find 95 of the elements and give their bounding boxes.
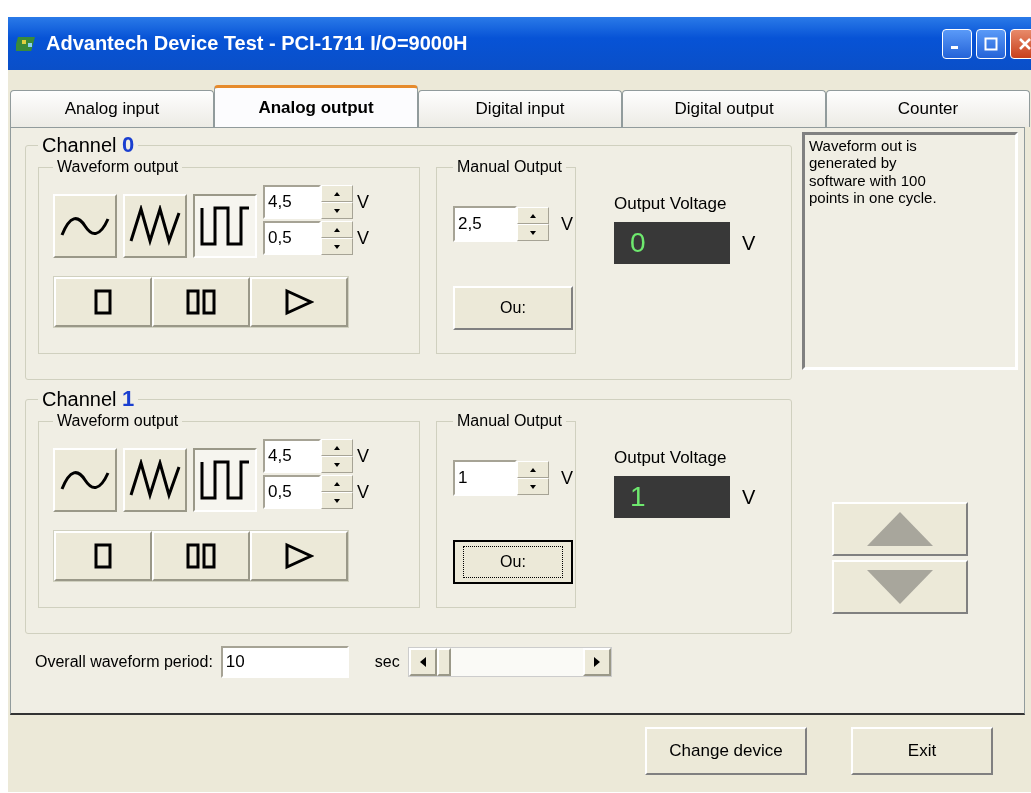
tab[interactable]: Analog output [214, 85, 418, 127]
window-title: Advantech Device Test - PCI-1711 I/O=9000H [46, 32, 469, 55]
unit-label: sec [374, 653, 400, 671]
square-wave-icon [199, 458, 251, 502]
waveform-button[interactable] [193, 448, 257, 512]
maximize-button[interactable] [976, 28, 1006, 59]
scroll-right-button[interactable] [582, 648, 611, 676]
up-arrow-icon [334, 445, 340, 450]
group-title: Manual Output [456, 412, 563, 430]
spin-up-button[interactable] [517, 207, 549, 224]
up-arrow-icon [530, 213, 536, 218]
scroll-left-button[interactable] [408, 648, 437, 676]
play-button[interactable] [250, 531, 348, 581]
group-title: Waveform output [56, 412, 180, 430]
number-field[interactable]: 2,5 [453, 206, 517, 242]
left-arrow-icon [419, 657, 426, 667]
channel-label: Channel [42, 388, 117, 410]
play-icon [284, 542, 314, 570]
channel-label: Channel [42, 134, 117, 156]
unit-label: V [742, 485, 756, 509]
waveform-button[interactable] [193, 194, 257, 258]
pause-button[interactable] [152, 531, 250, 581]
description-text: Waveform out is generated by software with 100 points in one cycle. [802, 132, 1018, 370]
group-title: Manual Output [456, 158, 563, 176]
spin-down-button[interactable] [321, 492, 353, 509]
number-field[interactable]: 4,5 [263, 439, 321, 473]
stop-button[interactable] [54, 277, 152, 327]
spin-down-button[interactable] [517, 478, 549, 495]
output-button[interactable]: Ou: [453, 540, 573, 584]
minimize-icon [951, 46, 958, 49]
spin-down-button[interactable] [321, 238, 353, 255]
dialog-button[interactable]: Change device [645, 727, 807, 775]
stop-icon [94, 543, 112, 569]
number-field[interactable]: 0,5 [263, 221, 321, 255]
tab[interactable]: Digital output [622, 90, 826, 127]
period-label: Overall waveform period: [35, 653, 213, 671]
down-arrow-icon [334, 244, 340, 249]
scrollbar[interactable] [407, 647, 612, 677]
up-arrow-icon [530, 467, 536, 472]
pause-icon [186, 543, 216, 569]
play-button[interactable] [250, 277, 348, 327]
spin-up-button[interactable] [321, 221, 353, 238]
close-icon [1018, 36, 1031, 51]
down-arrow-icon [334, 208, 340, 213]
number-field[interactable]: 4,5 [263, 185, 321, 219]
period-field[interactable]: 10 [220, 646, 349, 678]
spin-up-button[interactable] [517, 461, 549, 478]
unit-label: V [742, 231, 756, 255]
unit-label: V [561, 467, 573, 489]
up-arrow-icon [334, 227, 340, 232]
pause-button[interactable] [152, 277, 250, 327]
number-field[interactable]: 0,5 [263, 475, 321, 509]
up-arrow-icon [334, 191, 340, 196]
pause-icon [186, 289, 216, 315]
up-arrow-icon [867, 512, 933, 546]
down-arrow-icon [334, 462, 340, 467]
tab[interactable]: Digital input [418, 90, 622, 127]
unit-label: V [357, 445, 369, 467]
unit-label: V [357, 481, 369, 503]
spin-down-button[interactable] [321, 202, 353, 219]
maximize-icon [984, 36, 998, 51]
channel-number: 0 [122, 132, 135, 157]
output-button[interactable]: Ou: [453, 286, 573, 330]
spin-up-button[interactable] [321, 439, 353, 456]
number-field[interactable]: 1 [453, 460, 517, 496]
play-icon [284, 288, 314, 316]
zigzag-wave-icon [129, 459, 181, 501]
tab[interactable]: Counter [826, 90, 1030, 127]
spin-up-button[interactable] [321, 185, 353, 202]
unit-label: V [357, 227, 369, 249]
down-arrow-icon [334, 498, 340, 503]
tab[interactable]: Analog input [10, 90, 214, 127]
channel-number: 1 [122, 386, 135, 411]
voltage-display: 1 [614, 476, 730, 518]
unit-label: V [357, 191, 369, 213]
spin-down-button[interactable] [517, 224, 549, 241]
dialog-button[interactable]: Exit [851, 727, 993, 775]
down-arrow-icon [867, 570, 933, 604]
output-voltage-label: Output Voltage [614, 194, 728, 214]
close-button[interactable] [1010, 28, 1031, 59]
minimize-button[interactable] [942, 28, 972, 59]
unit-label: V [561, 213, 573, 235]
stop-button[interactable] [54, 531, 152, 581]
down-arrow-icon [530, 484, 536, 489]
spin-down-button[interactable] [321, 456, 353, 473]
up-arrow-icon [334, 481, 340, 486]
voltage-display: 0 [614, 222, 730, 264]
down-arrow-icon [530, 230, 536, 235]
zigzag-wave-icon [129, 205, 181, 247]
group-title: Waveform output [56, 158, 180, 176]
right-arrow-icon [593, 657, 600, 667]
output-voltage-label: Output Voltage [614, 448, 728, 468]
spin-up-button[interactable] [321, 475, 353, 492]
square-wave-icon [199, 204, 251, 248]
stop-icon [94, 289, 112, 315]
